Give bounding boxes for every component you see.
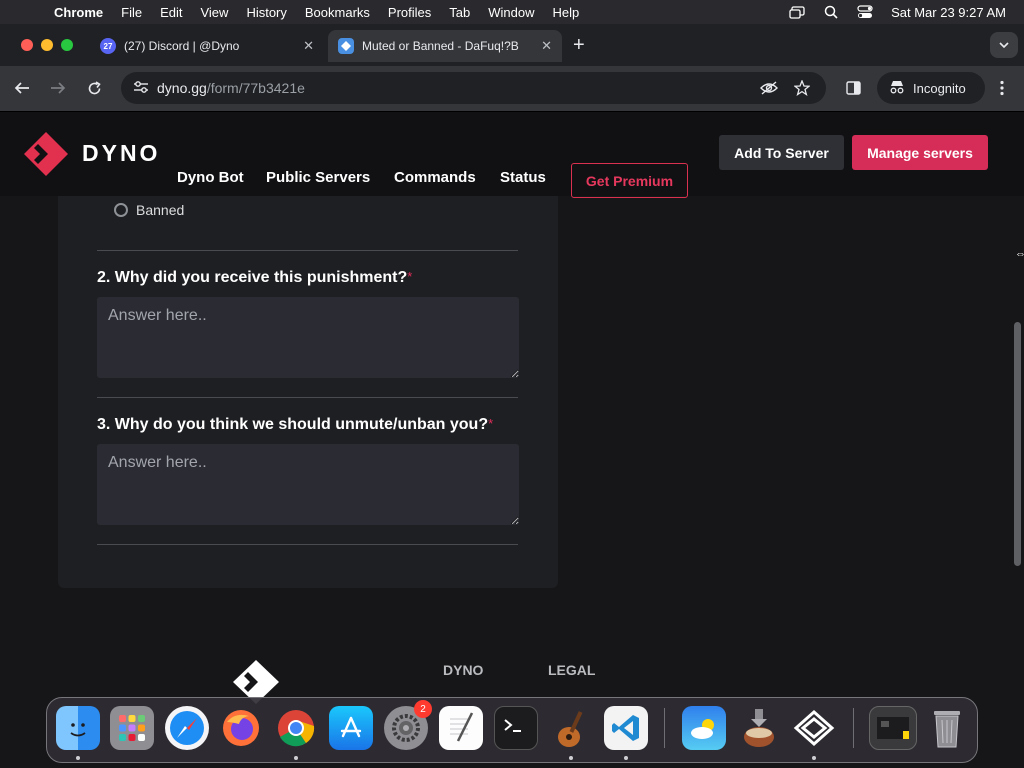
nav-public-servers[interactable]: Public Servers bbox=[266, 169, 370, 186]
app-store-icon[interactable] bbox=[329, 706, 373, 750]
mouse-cursor-icon: ⇔ bbox=[1015, 248, 1024, 260]
add-to-server-button[interactable]: Add To Server bbox=[719, 135, 844, 170]
finder-icon[interactable] bbox=[56, 706, 100, 750]
new-tab-button[interactable]: + bbox=[573, 34, 585, 57]
footer-link-dyno[interactable]: DYNO bbox=[443, 662, 483, 678]
chrome-icon[interactable] bbox=[274, 706, 318, 750]
nav-commands[interactable]: Commands bbox=[394, 169, 476, 186]
reload-button[interactable] bbox=[84, 78, 104, 98]
get-premium-button[interactable]: Get Premium bbox=[571, 163, 688, 198]
url-path: /form/77b3421e bbox=[206, 80, 305, 96]
web-page: Banned 2. Why did you receive this punis… bbox=[0, 112, 1024, 768]
brand-name[interactable]: DYNO bbox=[82, 140, 160, 167]
menu-profiles[interactable]: Profiles bbox=[379, 5, 440, 20]
menu-bookmarks[interactable]: Bookmarks bbox=[296, 5, 379, 20]
close-tab-icon[interactable]: ✕ bbox=[303, 38, 314, 54]
window-close-button[interactable] bbox=[21, 39, 33, 51]
required-mark: * bbox=[407, 269, 413, 284]
radio-button[interactable] bbox=[114, 203, 128, 217]
forward-button[interactable] bbox=[48, 78, 68, 98]
running-indicator bbox=[624, 756, 628, 760]
terminal-icon[interactable] bbox=[494, 706, 538, 750]
menu-app-name[interactable]: Chrome bbox=[38, 5, 112, 20]
radio-option-banned[interactable]: Banned bbox=[114, 202, 184, 218]
weather-icon[interactable] bbox=[682, 706, 726, 750]
menu-view[interactable]: View bbox=[191, 5, 237, 20]
app-icon[interactable] bbox=[792, 706, 836, 750]
bookmark-star-icon[interactable] bbox=[792, 78, 812, 98]
manage-servers-button[interactable]: Manage servers bbox=[852, 135, 988, 170]
footer-link-legal[interactable]: LEGAL bbox=[548, 662, 595, 678]
menu-edit[interactable]: Edit bbox=[151, 5, 191, 20]
installer-icon[interactable] bbox=[737, 706, 781, 750]
vscode-icon[interactable] bbox=[604, 706, 648, 750]
window-minimize-button[interactable] bbox=[41, 39, 53, 51]
profile-label: Incognito bbox=[913, 80, 966, 96]
site-info-icon[interactable] bbox=[133, 80, 151, 97]
address-bar[interactable]: dyno.gg/form/77b3421e bbox=[121, 72, 826, 104]
running-indicator bbox=[812, 756, 816, 760]
close-tab-icon[interactable]: ✕ bbox=[541, 38, 552, 54]
site-header: DYNO Dyno Bot Public Servers Commands St… bbox=[0, 112, 1024, 198]
dock-separator bbox=[664, 708, 665, 748]
question-divider bbox=[97, 397, 518, 398]
question-2-label: 2. Why did you receive this punishment?* bbox=[97, 269, 413, 286]
tab-title: (27) Discord | @Dyno bbox=[124, 39, 240, 53]
safari-icon[interactable] bbox=[165, 706, 209, 750]
dock-separator bbox=[853, 708, 854, 748]
required-mark: * bbox=[488, 416, 494, 431]
page-scrollbar[interactable] bbox=[1014, 322, 1021, 566]
notification-badge: 2 bbox=[414, 700, 432, 718]
running-indicator bbox=[294, 756, 298, 760]
nav-dyno-bot[interactable]: Dyno Bot bbox=[177, 169, 244, 186]
dyno-logo-icon[interactable] bbox=[24, 132, 68, 176]
window-zoom-button[interactable] bbox=[61, 39, 73, 51]
macos-menubar: Chrome File Edit View History Bookmarks … bbox=[0, 0, 1024, 24]
dyno-favicon-icon bbox=[338, 38, 354, 54]
menubar-clock[interactable]: Sat Mar 23 9:27 AM bbox=[891, 5, 1006, 20]
url-host: dyno.gg bbox=[157, 80, 207, 96]
system-settings-icon[interactable]: 2 bbox=[384, 700, 432, 750]
spotlight-search-icon[interactable] bbox=[823, 5, 839, 19]
discord-favicon-icon: 27 bbox=[100, 38, 116, 54]
question-divider bbox=[97, 250, 518, 251]
running-indicator bbox=[569, 756, 573, 760]
screen-mirroring-icon[interactable] bbox=[789, 5, 805, 19]
question-divider bbox=[97, 544, 518, 545]
tab-title: Muted or Banned - DaFuq!?B bbox=[362, 39, 519, 53]
question-2-answer-field[interactable] bbox=[97, 297, 519, 378]
question-3-answer-field[interactable] bbox=[97, 444, 519, 525]
incognito-icon bbox=[889, 80, 905, 97]
menu-window[interactable]: Window bbox=[479, 5, 543, 20]
menu-tab[interactable]: Tab bbox=[440, 5, 479, 20]
menu-help[interactable]: Help bbox=[544, 5, 589, 20]
menu-file[interactable]: File bbox=[112, 5, 151, 20]
launchpad-icon[interactable] bbox=[110, 706, 154, 750]
question-3-label: 3. Why do you think we should unmute/unb… bbox=[97, 416, 494, 433]
radio-label: Banned bbox=[136, 202, 185, 218]
preview-icon[interactable] bbox=[869, 706, 917, 750]
eye-slash-icon[interactable] bbox=[759, 78, 779, 98]
chrome-menu-icon[interactable] bbox=[992, 78, 1012, 98]
textedit-icon[interactable] bbox=[439, 706, 483, 750]
tab-discord[interactable]: 27 (27) Discord | @Dyno ✕ bbox=[90, 30, 324, 62]
firefox-icon[interactable] bbox=[219, 706, 263, 750]
incognito-profile-button[interactable]: Incognito bbox=[877, 72, 985, 104]
control-center-icon[interactable] bbox=[857, 5, 873, 19]
menu-history[interactable]: History bbox=[237, 5, 295, 20]
running-indicator bbox=[76, 756, 80, 760]
tab-dyno-form[interactable]: Muted or Banned - DaFuq!?B ✕ bbox=[328, 30, 562, 62]
trash-icon[interactable] bbox=[925, 706, 969, 750]
nav-status[interactable]: Status bbox=[500, 169, 546, 186]
garageband-icon[interactable] bbox=[549, 706, 593, 750]
back-button[interactable] bbox=[12, 78, 32, 98]
macos-dock: 2 bbox=[46, 697, 978, 763]
tab-search-button[interactable] bbox=[990, 32, 1018, 58]
side-panel-icon[interactable] bbox=[843, 78, 863, 98]
url-text[interactable]: dyno.gg/form/77b3421e bbox=[157, 80, 305, 96]
